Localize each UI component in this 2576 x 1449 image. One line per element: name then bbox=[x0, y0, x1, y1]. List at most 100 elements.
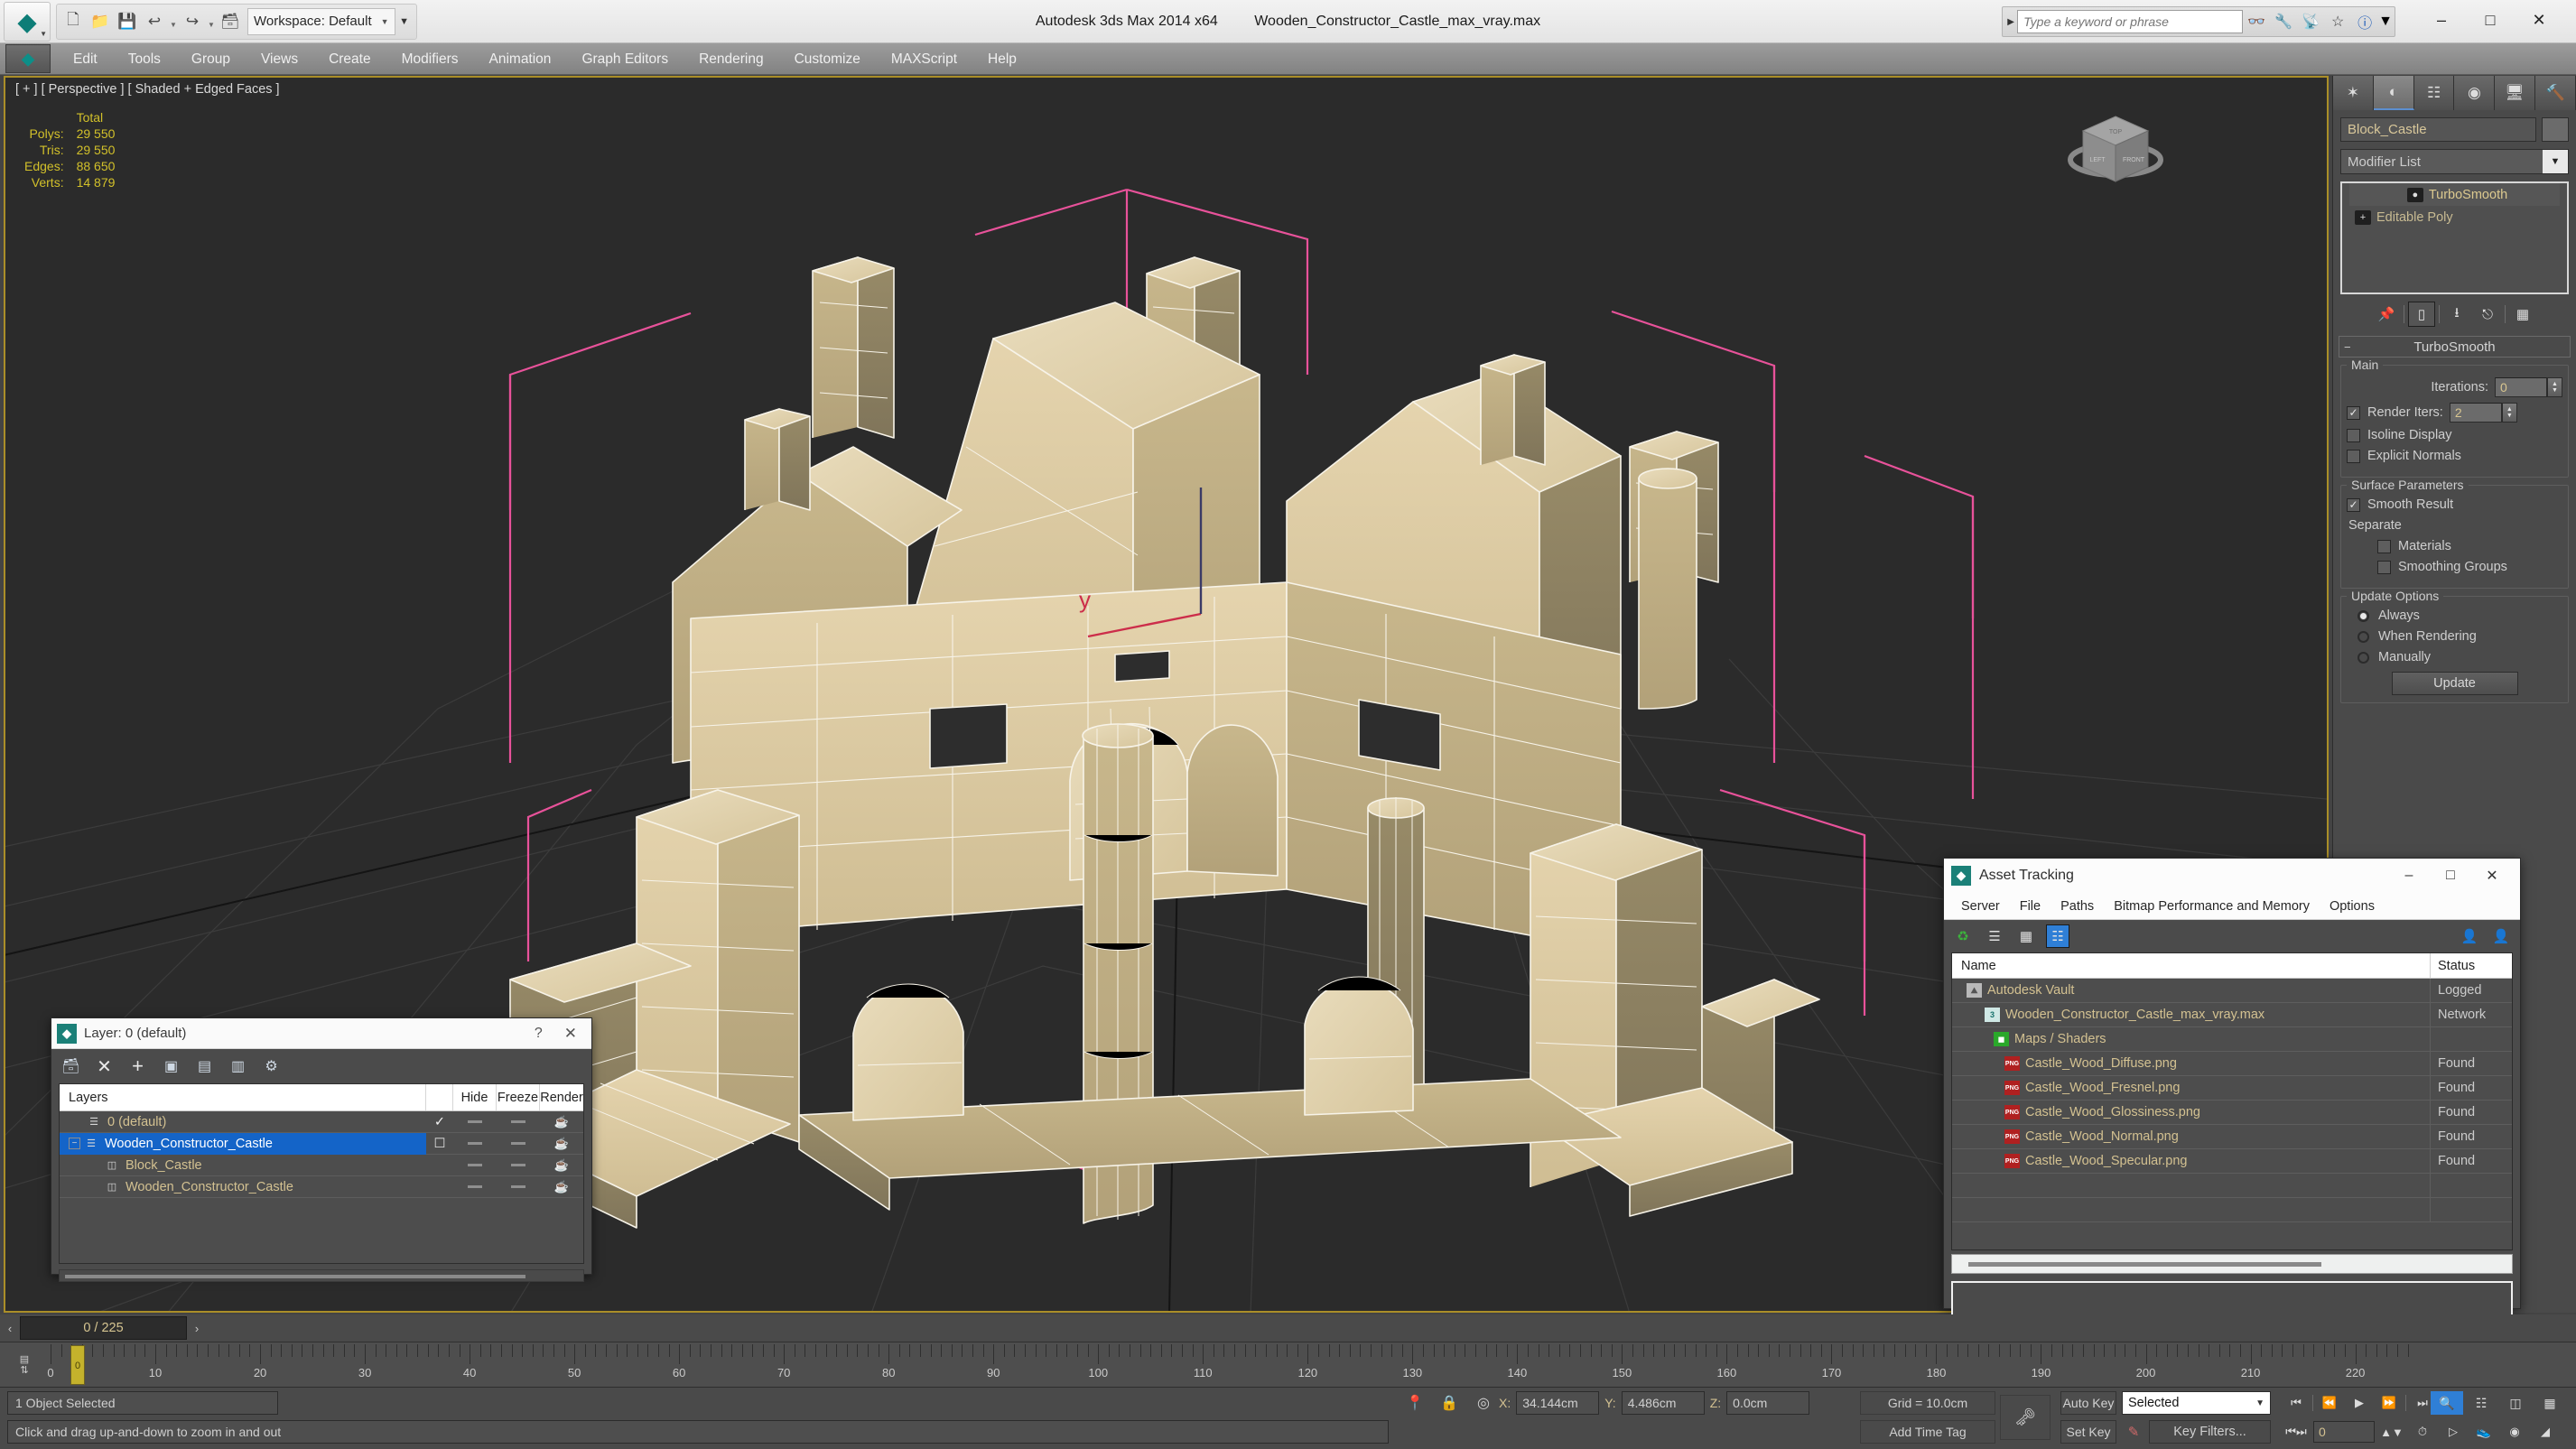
make-unique-icon[interactable]: ⭳ bbox=[2443, 302, 2470, 327]
radio-always-icon[interactable] bbox=[2357, 609, 2369, 622]
key-mode-selector[interactable]: Selected ▼ bbox=[2122, 1391, 2271, 1415]
open-mini-curve-editor-icon[interactable]: ▤ ⇅ bbox=[5, 1346, 43, 1384]
motion-tab[interactable]: ◉ bbox=[2454, 76, 2496, 110]
absolute-mode-icon[interactable]: ◎ bbox=[1473, 1391, 1494, 1415]
app-menu-button[interactable]: ◆ ▼ bbox=[4, 1, 51, 42]
spinner-arrows-icon[interactable]: ▲ ▼ bbox=[2547, 377, 2562, 397]
menu-item-create[interactable]: Create bbox=[313, 43, 386, 75]
layer-row-wooden-constructor-castle[interactable]: − ☰ Wooden_Constructor_Castle ☐ ☕ bbox=[60, 1132, 583, 1155]
timeline-ruler[interactable]: 0 10 20 30 40 50 60 70 80 90 100 110 120 130 140 150 160… bbox=[47, 1342, 2450, 1387]
asset-row-specular[interactable]: PNG Castle_Wood_Specular.png Found bbox=[1952, 1148, 2512, 1174]
asset-row-max-file[interactable]: 3 Wooden_Constructor_Castle_max_vray.max… bbox=[1952, 1002, 2512, 1027]
layer-hide-cell[interactable] bbox=[453, 1120, 497, 1123]
iterations-spinner[interactable]: 0 ▲ ▼ bbox=[2495, 377, 2562, 397]
smooth-result-row[interactable]: ✓ Smooth Result bbox=[2347, 497, 2562, 512]
minimize-button[interactable]: – bbox=[2417, 4, 2466, 36]
pin-icon[interactable]: 🔒 bbox=[1438, 1391, 1460, 1415]
zoom-extents-icon[interactable]: ◫ bbox=[2499, 1391, 2532, 1415]
zoom-icon[interactable]: 🔍 bbox=[2431, 1391, 2463, 1415]
layer-active-cell[interactable]: ✓ bbox=[426, 1115, 453, 1129]
create-tab[interactable]: ✶ bbox=[2333, 76, 2374, 110]
smooth-result-checkbox[interactable]: ✓ bbox=[2347, 497, 2360, 512]
layer-name-cell[interactable]: ◫ Block_Castle bbox=[60, 1155, 426, 1176]
satellite-icon[interactable]: 📡 bbox=[2297, 13, 2324, 31]
layer-name-cell[interactable]: ◫ Wooden_Constructor_Castle bbox=[60, 1176, 426, 1198]
viewport-label[interactable]: [ + ] [ Perspective ] [ Shaded + Edged F… bbox=[15, 82, 280, 97]
menu-item-modifiers[interactable]: Modifiers bbox=[386, 43, 474, 75]
pin-stack-icon[interactable]: 📌 bbox=[2373, 302, 2400, 327]
search-expand-icon[interactable]: ▶ bbox=[2004, 17, 2017, 27]
add-user-icon[interactable]: 👤 bbox=[2458, 924, 2481, 948]
wrench-icon[interactable]: 🔧 bbox=[2270, 13, 2297, 31]
open-icon[interactable]: 📁 bbox=[87, 7, 114, 36]
object-name-field[interactable]: Block_Castle bbox=[2340, 117, 2536, 142]
undo-dropdown-icon[interactable]: ▼ bbox=[168, 7, 179, 36]
explicit-normals-row[interactable]: Explicit Normals bbox=[2347, 449, 2562, 463]
walkthrough-icon[interactable]: 👟 bbox=[2470, 1420, 2497, 1444]
layer-freeze-cell[interactable] bbox=[497, 1164, 540, 1166]
qat-overflow-icon[interactable]: ▼ bbox=[395, 16, 414, 27]
asset-name-cell[interactable]: ⛰ Autodesk Vault bbox=[1952, 978, 2431, 1003]
add-selection-icon[interactable]: + bbox=[126, 1054, 150, 1079]
menu-item-help[interactable]: Help bbox=[972, 43, 1032, 75]
asset-name-cell[interactable]: PNG Castle_Wood_Fresnel.png bbox=[1952, 1075, 2431, 1101]
layer-horizontal-scrollbar[interactable] bbox=[59, 1269, 584, 1282]
asset-row-glossiness[interactable]: PNG Castle_Wood_Glossiness.png Found bbox=[1952, 1100, 2512, 1125]
menu-item-graph-editors[interactable]: Graph Editors bbox=[566, 43, 684, 75]
layer-render-cell[interactable]: ☕ bbox=[540, 1137, 583, 1151]
key-step-icon[interactable]: ⏮⏭ bbox=[2283, 1420, 2310, 1444]
materials-row[interactable]: Materials bbox=[2347, 539, 2562, 553]
asset-name-cell[interactable]: PNG Castle_Wood_Glossiness.png bbox=[1952, 1100, 2431, 1125]
chevron-down-icon[interactable]: ▼ bbox=[2255, 1398, 2270, 1408]
chevron-down-icon[interactable]: ▼ bbox=[2543, 150, 2568, 173]
show-end-result-icon[interactable]: ▯ bbox=[2408, 302, 2435, 327]
update-option-when-rendering[interactable]: When Rendering bbox=[2347, 629, 2562, 644]
expand-icon[interactable]: + bbox=[2355, 209, 2371, 225]
refresh-icon[interactable]: ♻ bbox=[1951, 924, 1975, 948]
time-slider-handle[interactable]: 0 bbox=[70, 1345, 85, 1385]
help-user-icon[interactable]: 👤 bbox=[2489, 924, 2513, 948]
current-frame-field[interactable]: 0 bbox=[2313, 1421, 2375, 1443]
scrollbar-thumb[interactable] bbox=[1968, 1261, 2321, 1267]
collapse-icon[interactable]: − bbox=[69, 1138, 80, 1149]
prev-key-button[interactable]: ‹ bbox=[0, 1316, 20, 1340]
current-frame-display[interactable]: 0 / 225 bbox=[20, 1316, 187, 1340]
layer-hide-cell[interactable] bbox=[453, 1142, 497, 1145]
smoothing-groups-row[interactable]: Smoothing Groups bbox=[2347, 560, 2562, 574]
view-cube[interactable]: TOP LEFT FRONT bbox=[2052, 104, 2179, 203]
hierarchy-tab[interactable]: ☷ bbox=[2413, 76, 2455, 110]
time-configuration-icon[interactable]: ⏱ bbox=[2409, 1420, 2436, 1444]
menu-item-edit[interactable]: Edit bbox=[58, 43, 113, 75]
list-view-icon[interactable]: ☰ bbox=[1983, 924, 2006, 948]
layer-render-cell[interactable]: ☕ bbox=[540, 1115, 583, 1129]
asset-name-cell[interactable]: 3 Wooden_Constructor_Castle_max_vray.max bbox=[1952, 1002, 2431, 1027]
x-field[interactable]: 34.144cm bbox=[1516, 1391, 1600, 1415]
update-option-manually[interactable]: Manually bbox=[2347, 650, 2562, 664]
display-tab[interactable]: 🖥 bbox=[2495, 76, 2536, 110]
help-button[interactable]: ? bbox=[522, 1026, 555, 1042]
close-button[interactable]: ✕ bbox=[2471, 860, 2513, 891]
select-objects-icon[interactable]: ▣ bbox=[159, 1054, 183, 1079]
maximize-button[interactable]: □ bbox=[2430, 860, 2471, 891]
remove-modifier-icon[interactable]: ⎋ bbox=[2474, 302, 2501, 327]
create-new-layer-icon[interactable]: 🗃 bbox=[59, 1054, 83, 1079]
key-mode-toggle-icon[interactable]: 🗝 bbox=[2000, 1395, 2051, 1440]
redo-icon[interactable]: ↪ bbox=[179, 7, 206, 36]
star-icon[interactable]: ☆ bbox=[2324, 13, 2351, 31]
update-button[interactable]: Update bbox=[2391, 672, 2518, 695]
modifier-list-dropdown[interactable]: Modifier List ▼ bbox=[2340, 149, 2569, 174]
radio-manually-icon[interactable] bbox=[2357, 651, 2369, 664]
layer-grid[interactable]: Layers Hide Freeze Render ☰ 0 (default) … bbox=[59, 1083, 584, 1264]
asset-horizontal-scrollbar[interactable] bbox=[1951, 1254, 2513, 1274]
menu-item-bitmap-performance-and-memory[interactable]: Bitmap Performance and Memory bbox=[2104, 899, 2320, 914]
isoline-display-checkbox[interactable] bbox=[2347, 428, 2360, 442]
layer-row-block-castle[interactable]: ◫ Block_Castle ☕ bbox=[60, 1155, 583, 1176]
menu-item-paths[interactable]: Paths bbox=[2051, 899, 2104, 914]
layer-freeze-cell[interactable] bbox=[497, 1185, 540, 1188]
spinner-arrows-icon[interactable]: ▲ ▼ bbox=[2501, 403, 2517, 423]
goto-start-icon[interactable]: ⏮ bbox=[2283, 1391, 2310, 1415]
grid-view-icon[interactable]: ☷ bbox=[2046, 924, 2069, 948]
explicit-normals-checkbox[interactable] bbox=[2347, 449, 2360, 463]
menu-item-file[interactable]: File bbox=[2010, 899, 2051, 914]
layer-render-cell[interactable]: ☕ bbox=[540, 1180, 583, 1194]
